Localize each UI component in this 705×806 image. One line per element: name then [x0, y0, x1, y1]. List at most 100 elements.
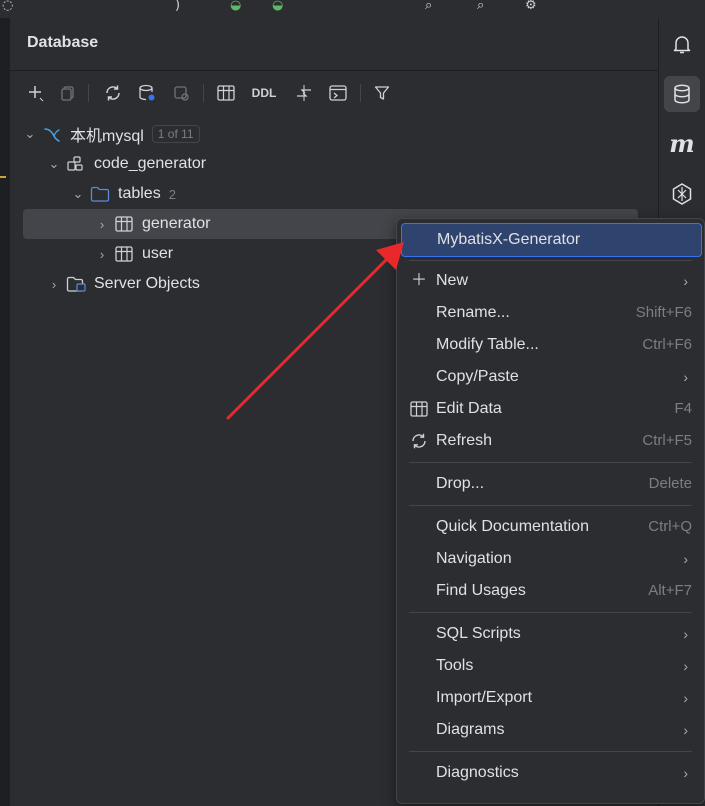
- ai-assistant-icon[interactable]: [664, 176, 700, 212]
- menu-item-shortcut: Ctrl+Q: [648, 518, 692, 535]
- menu-item-find-usages[interactable]: Find Usages Alt+F7: [401, 575, 700, 607]
- menu-item-drop[interactable]: Drop... Delete: [401, 468, 700, 500]
- menu-item-label: MybatisX-Generator: [437, 231, 581, 248]
- tree-node-table-user[interactable]: › user: [92, 240, 173, 268]
- tables-folder-name: tables: [118, 185, 161, 202]
- tables-count: 2: [168, 186, 176, 202]
- menu-item-edit-data[interactable]: Edit Data F4: [401, 393, 700, 425]
- menu-item-label: Modify Table...: [436, 336, 539, 353]
- menu-item-copy-paste[interactable]: Copy/Paste ›: [401, 361, 700, 393]
- partial-icon: ◒: [230, 0, 242, 13]
- menu-item-diagrams[interactable]: Diagrams ›: [401, 714, 700, 746]
- menu-item-label: Diagnostics: [436, 764, 519, 781]
- chevron-right-icon[interactable]: ›: [92, 217, 112, 232]
- database-icon[interactable]: [664, 76, 700, 112]
- chevron-right-icon: ›: [683, 273, 688, 289]
- table-name: user: [142, 245, 174, 262]
- chevron-right-icon: ›: [683, 369, 688, 385]
- menu-item-rename[interactable]: Rename... Shift+F6: [401, 297, 700, 329]
- menu-item-label: Diagrams: [436, 721, 505, 738]
- menu-item-quick-documentation[interactable]: Quick Documentation Ctrl+Q: [401, 511, 700, 543]
- add-icon[interactable]: [24, 80, 48, 106]
- toolbar-divider: [360, 84, 361, 102]
- partial-icon: ◒: [272, 0, 284, 13]
- table-icon: [112, 246, 136, 262]
- server-objects-icon: [64, 276, 88, 292]
- menu-item-label: Find Usages: [436, 582, 526, 599]
- notifications-icon[interactable]: [664, 26, 700, 62]
- tree-node-schema[interactable]: ⌄ code_generator: [44, 150, 207, 178]
- menu-separator: [409, 751, 692, 752]
- chevron-right-icon: ›: [683, 658, 688, 674]
- menu-item-diagnostics[interactable]: Diagnostics ›: [401, 757, 700, 789]
- menu-item-label: Drop...: [436, 475, 485, 492]
- tree-node-datasource[interactable]: ⌄ 本机mysql 1 of 11: [20, 120, 200, 148]
- chevron-down-icon[interactable]: ⌄: [44, 156, 64, 172]
- tree-node-table-generator[interactable]: › generator: [92, 210, 211, 238]
- jump-to-console-icon[interactable]: [169, 80, 193, 106]
- menu-item-sql-scripts[interactable]: SQL Scripts ›: [401, 618, 700, 650]
- table-name: generator: [142, 215, 211, 232]
- partial-icon: ): [175, 0, 181, 13]
- menu-separator: [409, 612, 692, 613]
- console-icon[interactable]: [326, 80, 350, 106]
- menu-separator: [409, 260, 692, 261]
- menu-item-shortcut: Shift+F6: [635, 304, 692, 321]
- chevron-right-icon: ›: [683, 626, 688, 642]
- chevron-right-icon[interactable]: ›: [92, 247, 112, 262]
- menu-item-label: Copy/Paste: [436, 368, 519, 385]
- mybatis-icon[interactable]: m: [664, 125, 700, 161]
- tree-node-server-objects[interactable]: › Server Objects: [44, 270, 200, 298]
- menu-item-label: Navigation: [436, 550, 512, 567]
- menu-item-label: Import/Export: [436, 689, 533, 706]
- gutter-marker: [0, 176, 6, 178]
- search-icon[interactable]: ⌕: [477, 0, 484, 12]
- ddl-button[interactable]: DDL: [248, 80, 280, 106]
- menu-item-navigation[interactable]: Navigation ›: [401, 543, 700, 575]
- table-icon[interactable]: [214, 80, 238, 106]
- chevron-right-icon: ›: [683, 765, 688, 781]
- chevron-down-icon[interactable]: ⌄: [20, 126, 40, 142]
- menu-separator: [409, 505, 692, 506]
- table-icon: [410, 401, 428, 417]
- datasource-badge[interactable]: 1 of 11: [151, 125, 200, 143]
- toolbar-divider: [88, 84, 89, 102]
- menu-item-label: Quick Documentation: [436, 518, 589, 535]
- menu-item-label: Edit Data: [436, 400, 502, 417]
- menu-item-shortcut: Alt+F7: [648, 582, 692, 599]
- editor-gutter: [0, 18, 10, 806]
- menu-item-refresh[interactable]: Refresh Ctrl+F5: [401, 425, 700, 457]
- menu-item-new[interactable]: ＋ New ›: [401, 265, 700, 297]
- tree-node-tables-folder[interactable]: ⌄ tables 2: [68, 180, 176, 208]
- top-strip: ◌ ) ◒ ◒ ⌕ ⌕ ⚙: [0, 0, 705, 18]
- filter-icon[interactable]: [370, 80, 394, 106]
- menu-item-shortcut: Ctrl+F6: [642, 336, 692, 353]
- copy-icon[interactable]: [56, 80, 80, 106]
- refresh-icon: [410, 433, 428, 449]
- server-objects-name: Server Objects: [94, 275, 200, 292]
- panel-header-divider: [10, 70, 658, 71]
- toolbar-divider: [203, 84, 204, 102]
- menu-item-tools[interactable]: Tools ›: [401, 650, 700, 682]
- compare-icon[interactable]: [292, 80, 316, 106]
- datasource-name: 本机mysql: [70, 128, 144, 145]
- datasource-properties-icon[interactable]: [135, 80, 159, 106]
- menu-item-label: SQL Scripts: [436, 625, 521, 642]
- menu-item-shortcut: F4: [674, 400, 692, 417]
- menu-item-label: Tools: [436, 657, 474, 674]
- menu-item-import-export[interactable]: Import/Export ›: [401, 682, 700, 714]
- menu-item-mybatisx-generator[interactable]: MybatisX-Generator: [401, 223, 702, 257]
- menu-item-label: Rename...: [436, 304, 510, 321]
- menu-item-shortcut: Ctrl+F5: [642, 432, 692, 449]
- chevron-right-icon: ›: [683, 551, 688, 567]
- menu-item-label: Refresh: [436, 432, 493, 449]
- chevron-down-icon[interactable]: ⌄: [68, 186, 88, 202]
- menu-item-modify-table[interactable]: Modify Table... Ctrl+F6: [401, 329, 700, 361]
- panel-title: Database: [27, 34, 99, 51]
- chevron-right-icon[interactable]: ›: [44, 277, 64, 292]
- refresh-icon[interactable]: [101, 80, 125, 106]
- settings-icon[interactable]: ⚙: [525, 0, 537, 12]
- search-everywhere-icon[interactable]: ⌕: [425, 0, 432, 12]
- plus-icon: ＋: [410, 272, 427, 289]
- schema-name: code_generator: [94, 155, 207, 172]
